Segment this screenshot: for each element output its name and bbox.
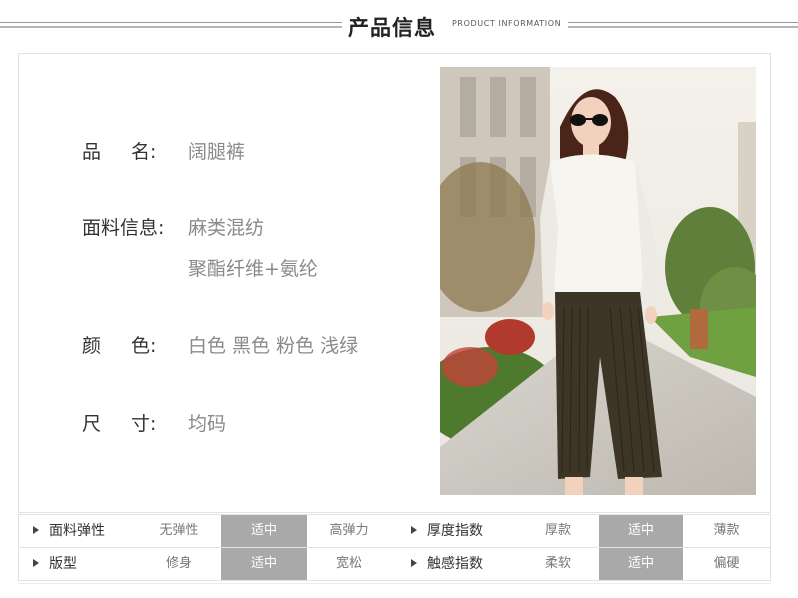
name-value: 阔腿裤 <box>188 141 246 163</box>
option-cell-selected: 适中 <box>599 548 683 580</box>
name-label: 品名: <box>82 141 157 163</box>
option-cell: 高弹力 <box>329 523 369 538</box>
attr-label-fabric-elasticity: 面料弹性 <box>19 515 137 547</box>
color-label: 颜色: <box>82 335 157 357</box>
fabric-value-2: 聚酯纤维+氨纶 <box>188 258 318 280</box>
section-header: 产品信息 PRODUCT INFORMATION <box>0 0 798 50</box>
header-rule-left <box>0 20 342 32</box>
fabric-label: 面料信息: <box>82 217 165 239</box>
section-subtitle: PRODUCT INFORMATION <box>452 19 562 28</box>
option-cell: 偏硬 <box>713 556 740 571</box>
option-cell: 无弹性 <box>159 523 199 538</box>
option-cell: 厚款 <box>544 523 571 538</box>
attribute-table: 面料弹性 无弹性 适中 高弹力 厚度指数 厚款 适中 薄款 版型 修身 适中 宽… <box>18 514 771 581</box>
option-cell: 修身 <box>165 556 192 571</box>
arrow-right-icon <box>411 526 417 534</box>
option-cell: 柔软 <box>544 556 571 571</box>
option-cell-selected: 适中 <box>221 515 307 547</box>
color-value: 白色 黑色 粉色 浅绿 <box>188 335 359 357</box>
header-rule-right <box>568 20 798 32</box>
size-label: 尺寸: <box>82 413 157 435</box>
size-value: 均码 <box>188 413 227 435</box>
model-photo-illustration <box>440 67 756 495</box>
option-cell: 薄款 <box>713 523 740 538</box>
attr-label-touch: 触感指数 <box>397 548 517 580</box>
fabric-value-1: 麻类混纺 <box>188 217 265 239</box>
option-cell: 宽松 <box>335 556 362 571</box>
option-cell-selected: 适中 <box>599 515 683 547</box>
bottom-divider <box>18 583 771 584</box>
attr-label-fit: 版型 <box>19 548 137 580</box>
arrow-right-icon <box>33 526 39 534</box>
arrow-right-icon <box>33 559 39 567</box>
option-cell-selected: 适中 <box>221 548 307 580</box>
arrow-right-icon <box>411 559 417 567</box>
section-title: 产品信息 <box>348 16 436 40</box>
attr-label-thickness: 厚度指数 <box>397 515 517 547</box>
product-photo <box>440 67 756 495</box>
